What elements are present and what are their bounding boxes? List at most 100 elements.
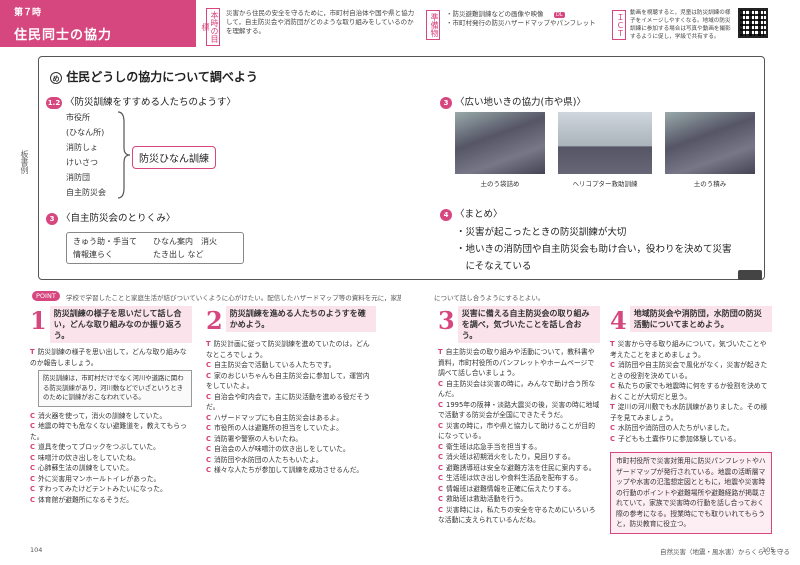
dialogue-line: C 衛生班は応急手当を担当する。 (438, 442, 600, 453)
section-4-heading: 4 〈まとめ〉 (440, 206, 503, 221)
dialogue-line: C 水防団や消防団の人たちがいました。 (610, 423, 772, 434)
dialogue-line: C 家のおじいちゃんも自主防災会に参加して，運営内をしていたよ。 (206, 371, 376, 392)
dialogue-line: C 自主防災会は災害の時に，みんなで助け合う所なんだ。 (438, 379, 600, 400)
speaker-mark: C (438, 453, 443, 461)
dialogue-line: C 自治会の人が味噌汁の炊き出しをしていた。 (206, 444, 376, 455)
speaker-mark: C (30, 422, 35, 430)
speaker-mark: C (30, 453, 35, 462)
dialogue-line: C 消火班は初期消火をしたり，見回りする。 (438, 452, 600, 463)
speaker-mark: C (610, 424, 615, 432)
dl-badge: DL (554, 12, 565, 18)
dialogue-text: 道具を使ってブロックをつぶしていた。 (38, 443, 160, 451)
photo-caption: ヘリコプター救助訓練 (572, 180, 638, 188)
speaker-mark: C (206, 361, 211, 369)
speaker-mark: C (438, 379, 443, 388)
page-number-left: 104 (30, 546, 43, 554)
prep-label: 準備物 (426, 10, 440, 40)
speaker-mark: C (438, 421, 443, 430)
step-number: 1 (30, 306, 47, 335)
dialogue-text: 災害時には，私たちの安全を守るためにいろいろな活動に支えられているんだね。 (438, 505, 596, 525)
dialogue-line: C 生活班は炊き出しや食料生活品を配布する。 (438, 473, 600, 484)
speaker-mark: T (610, 403, 615, 411)
dialogue-text: 私たちの家でも地震時に何をするか役割を決めておくことが大切だと思う。 (610, 382, 768, 401)
lesson-number: 第７時 (14, 8, 42, 18)
point-text: 学校で学習したことと家庭生活が結びついていくように心がけたい。配信したハザードマ… (66, 294, 401, 302)
section-number: 1.2 (46, 97, 62, 109)
photo-caption: 土のう積み (693, 180, 727, 188)
activity-row: きゅう助・手当て ひなん案内 消火 (73, 237, 217, 246)
dialogue-line: C 様々な人たちが参加して訓練を成功させるんだ。 (206, 465, 376, 476)
note-box: 防災訓練は，市町村だけでなく河川や道路に関わる防災訓練があり，河川敷などでいざと… (38, 370, 192, 407)
speaker-mark: C (206, 455, 211, 464)
section-3b-heading: 3 〈広い地いきの協力(市や県)〉 (440, 94, 586, 109)
summary-item: ・災害が起こったときの防災訓練が大切 (456, 227, 627, 238)
speaker-mark: C (206, 371, 211, 380)
dialogue-text: 防災計画に従って防災訓練を進めていたのは，どんなところでしょう。 (206, 340, 370, 359)
page-number-right: 105 (762, 546, 775, 554)
speaker-mark: C (206, 434, 211, 443)
dialogue-line: C 外に災害用マンホールトイレがあった。 (30, 474, 192, 485)
dialogue-line: C 子どもも土嚢作りに参加体験している。 (610, 434, 772, 445)
aim-text: 災害から住民の安全を守るために，市町村自治体や国や県と協力して，自主防災会や消防… (226, 9, 415, 35)
dialogue-text: 生活班は炊き出しや食料生活品を配布する。 (446, 474, 582, 482)
dialogue-line: C 体育館が避難所になるそうだ。 (30, 495, 192, 506)
agency-list: 市役所 (ひなん所) 消防しょ けいさつ 消防団 自主防災会 (66, 110, 106, 200)
dialogue-line: C 味噌汁の炊き出しをしていたね。 (30, 453, 192, 464)
point-text-continued: について話し合うようにするとよい。 (434, 294, 545, 302)
list-item: 消防しょ (66, 143, 98, 152)
speaker-mark: T (206, 340, 211, 348)
dialogue-text: 消防署や警察の人もいたね。 (214, 434, 303, 443)
activity-box: きゅう助・手当て ひなん案内 消火 情報連らく たき出し など (66, 232, 244, 264)
speaker-mark: C (438, 474, 443, 482)
section-number: 4 (440, 209, 452, 221)
dialogue-text: 市役所の人は避難所の担当をしていたよ。 (214, 424, 343, 432)
title-mark: め (50, 72, 62, 84)
dialogue-line: C 消防団や水防団の人たちもいたよ。 (206, 455, 376, 466)
dialogue-text: ハザードマップにも自主防災会はあるよ。 (214, 413, 344, 422)
dialogue-line: C 市役所の人は避難所の担当をしていたよ。 (206, 423, 376, 434)
book-icon (738, 270, 762, 280)
dialogue-line: C 道具を使ってブロックをつぶしていた。 (30, 442, 192, 453)
speaker-mark: C (206, 392, 211, 401)
speaker-mark: C (438, 442, 443, 451)
lesson-header: 第７時 住民同士の協力 (0, 0, 196, 47)
column-3: 3 災害に備える自主防災会の取り組みを調べ，気づいたことを話し合おう。 T 自主防… (438, 306, 600, 526)
section-title: 〈防災訓練をすすめる人たちのようす〉 (65, 97, 237, 108)
summary-box: 市町村役所で災害対策用に防災パンフレットやハザードマップが発行されている。地震の… (610, 452, 772, 534)
dialogue-text: 子どもも土嚢作りに参加体験している。 (618, 434, 741, 443)
drill-box: 防災ひなん訓練 (132, 146, 216, 169)
dialogue-text: 外に災害用マンホールトイレがあった。 (38, 474, 161, 483)
board-title-text: 住民どうしの協力について調べよう (66, 70, 258, 84)
dialogue-text: 心肺蘇生法の訓練をしていた。 (38, 464, 133, 472)
ict-text: 動画を視聴すると，児童は防災訓練の様子をイメージしやすくなる。地域の防災訓練に参… (630, 10, 731, 40)
dialogue-text: 消火器を使って，消火の訓練をしていた。 (38, 411, 167, 420)
dialogue-text: 衛生班は応急手当を担当する。 (446, 442, 542, 451)
prep-item: ・市町村発行の防災ハザードマップやパンフレット (446, 19, 596, 27)
section-title: 〈広い地いきの協力(市や県)〉 (455, 97, 586, 108)
column-heading: 地域防災会や消防団，水防団の防災活動についてまとめよう。 (629, 306, 772, 332)
speaker-mark: C (206, 413, 211, 422)
dialogue-text: 自治会や町内会で，主に防災活動を進める役だそうだ。 (206, 392, 371, 412)
dialogue-text: 防災訓練は，市町村だけでなく河川や道路に関わる防災訓練があり，河川敷などでいざと… (43, 374, 184, 401)
qr-code[interactable] (738, 8, 768, 38)
speaker-mark: C (206, 424, 211, 432)
dialogue-line: C 消防署や警察の人もいたね。 (206, 434, 376, 445)
aim-label: 本時の目標 (201, 8, 220, 46)
speaker-mark: C (30, 485, 35, 493)
step-number: 3 (438, 306, 455, 335)
dialogue-line: C 災害の時に，市や県と協力して助けることが目的になっている。 (438, 421, 600, 442)
speaker-mark: T (610, 340, 615, 348)
dialogue-text: 防災訓練の様子を思い出して，どんな取り組みなのか報告しましょう。 (30, 348, 187, 367)
photo-sandbags (455, 112, 545, 174)
section-number: 3 (46, 213, 58, 225)
speaker-mark: C (438, 505, 443, 514)
dialogue-text: 淀川の河川敷でも水防訓練がありました。その様子を見てみましょう。 (610, 403, 768, 422)
activity-row: 情報連らく たき出し など (73, 250, 204, 259)
summary-item: にそなえている (456, 261, 532, 272)
dialogue-text: すわってみたけどテントみたいになった。 (38, 485, 167, 493)
summary-item: ・地いきの消防団や自主防災会も助け合い，役わりを決めて災害 (456, 244, 732, 255)
speaker-mark: C (30, 443, 35, 451)
board-title: め 住民どうしの協力について調べよう (50, 68, 258, 85)
dialogue-text: 家のおじいちゃんも自主防災会に参加して，運営内をしていたよ。 (206, 371, 370, 391)
speaker-mark: C (610, 382, 615, 390)
